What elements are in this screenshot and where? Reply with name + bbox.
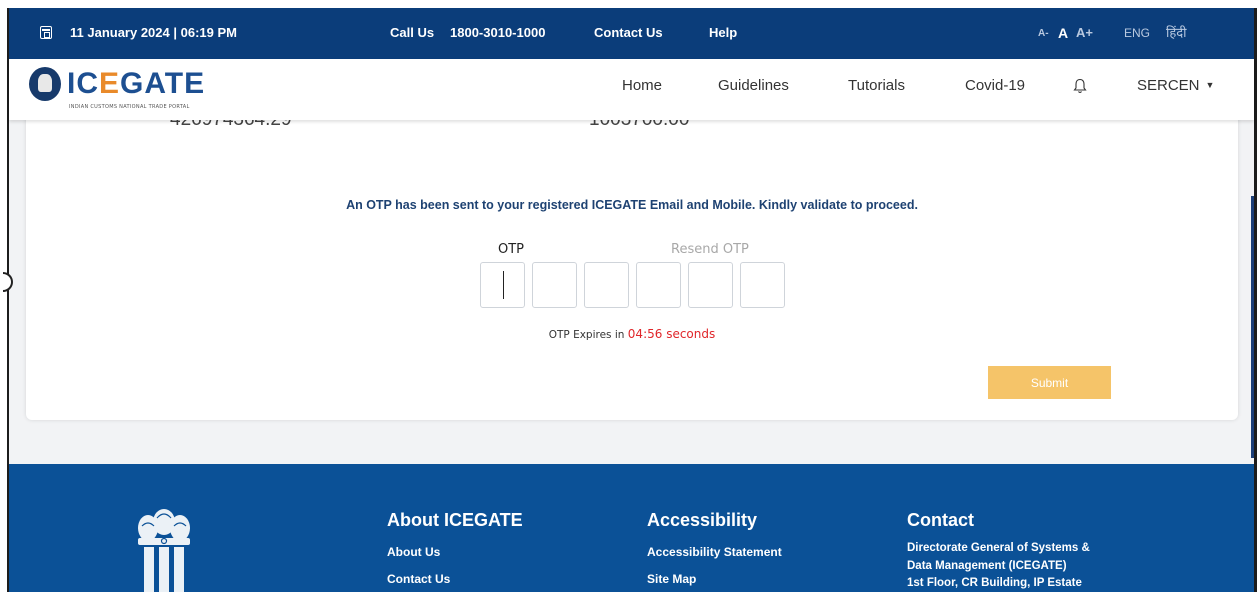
font-increase-button[interactable]: A+ <box>1076 25 1093 40</box>
font-normal-button[interactable]: A <box>1058 25 1068 41</box>
user-menu-dropdown[interactable]: SERCEN ▼ <box>1137 77 1214 94</box>
footer-link-contact-us[interactable]: Contact Us <box>387 572 450 586</box>
footer-contact-line: 1st Floor, CR Building, IP Estate <box>907 577 1082 589</box>
font-decrease-button[interactable]: A- <box>1038 28 1049 39</box>
logo-text-part: GATE <box>120 67 206 100</box>
footer-link-about-us[interactable]: About Us <box>387 545 440 559</box>
help-link[interactable]: Help <box>709 25 737 40</box>
user-name: SERCEN <box>1137 77 1200 94</box>
amount-value-right: 1003700.00 <box>589 120 689 131</box>
otp-digit-2[interactable] <box>532 262 577 308</box>
otp-expiry-prefix: OTP Expires in <box>548 329 625 341</box>
bell-icon[interactable] <box>1073 78 1087 94</box>
resend-otp-link[interactable]: Resend OTP <box>671 242 749 257</box>
otp-label: OTP <box>498 242 525 257</box>
language-hindi[interactable]: हिंदी <box>1166 23 1187 41</box>
amount-value-left: 4269743​64.29 <box>170 120 292 131</box>
nav-covid-19[interactable]: Covid-19 <box>965 77 1025 94</box>
submit-button[interactable]: Submit <box>988 366 1111 399</box>
nav-home[interactable]: Home <box>622 77 662 94</box>
caret-down-icon: ▼ <box>1205 80 1215 90</box>
footer-contact-line: Data Management (ICEGATE) <box>907 560 1067 572</box>
footer-heading-about: About ICEGATE <box>387 510 523 530</box>
national-emblem-icon <box>138 509 190 592</box>
site-footer: About ICEGATE About Us Contact Us Access… <box>9 464 1254 592</box>
logo-text-highlight: E <box>99 67 121 100</box>
site-header: ICEGATE INDIAN CUSTOMS NATIONAL TRADE PO… <box>9 59 1254 120</box>
footer-heading-contact: Contact <box>907 510 974 530</box>
top-utility-bar: 11 January 2024 | 06:19 PM Call Us 1800-… <box>9 8 1254 59</box>
footer-heading-accessibility: Accessibility <box>647 510 758 530</box>
icegate-logo-icon[interactable] <box>29 67 61 101</box>
otp-digit-3[interactable] <box>584 262 629 308</box>
otp-digit-5[interactable] <box>688 262 733 308</box>
otp-digit-1[interactable] <box>480 262 525 308</box>
logo-tagline: INDIAN CUSTOMS NATIONAL TRADE PORTAL <box>69 104 190 110</box>
otp-card: 4269743​64.29 1003700.00 An OTP has been… <box>26 120 1238 420</box>
helpline-number[interactable]: 1800-3010-1000 <box>450 25 545 40</box>
footer-contact-line: Directorate General of Systems & <box>907 542 1090 554</box>
current-datetime: 11 January 2024 | 06:19 PM <box>70 25 237 40</box>
otp-digit-6[interactable] <box>740 262 785 308</box>
icegate-logo-text[interactable]: ICEGATE <box>67 67 205 101</box>
main-content: 4269743​64.29 1003700.00 An OTP has been… <box>9 120 1254 464</box>
footer-link-site-map[interactable]: Site Map <box>647 572 696 586</box>
nav-tutorials[interactable]: Tutorials <box>848 77 905 94</box>
call-us-label: Call Us <box>390 25 435 40</box>
text-cursor <box>503 271 504 299</box>
logo-text-part: IC <box>67 67 99 100</box>
page-top-margin <box>0 0 1257 8</box>
otp-expiry-countdown: 04:56 seconds <box>627 327 716 341</box>
contact-us-link[interactable]: Contact Us <box>594 25 663 40</box>
calendar-icon <box>40 26 52 39</box>
nav-guidelines[interactable]: Guidelines <box>718 77 789 94</box>
footer-link-accessibility-statement[interactable]: Accessibility Statement <box>647 545 782 559</box>
otp-expiry-text: OTP Expires in 04:56 seconds <box>26 327 1238 341</box>
language-english[interactable]: ENG <box>1124 26 1150 40</box>
otp-digit-4[interactable] <box>636 262 681 308</box>
otp-sent-message: An OTP has been sent to your registered … <box>346 198 918 212</box>
